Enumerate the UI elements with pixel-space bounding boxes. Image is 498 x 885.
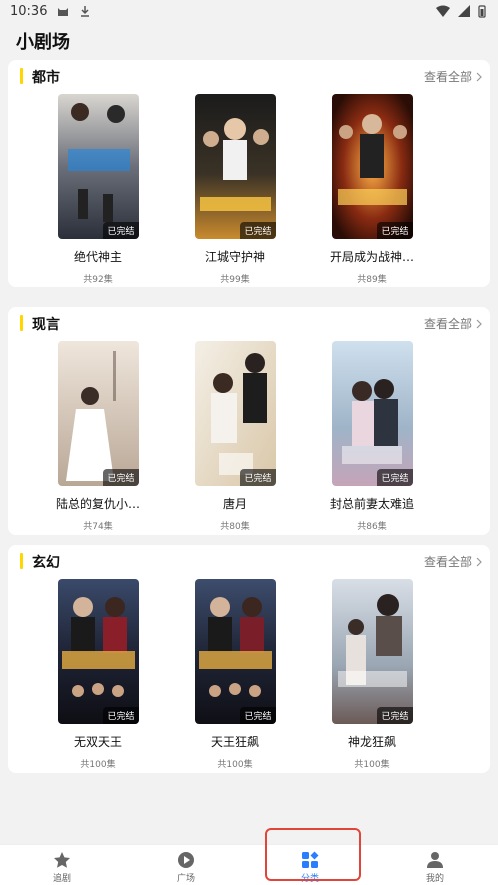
nav-item-zhuiju[interactable]: 追剧 (22, 845, 102, 885)
wifi-icon (436, 5, 450, 17)
section-title: 玄幻 (32, 555, 60, 571)
drama-poster: 已完结 (57, 579, 139, 724)
drama-card[interactable]: 已完结 陆总的复仇小… 共74集 (48, 341, 148, 532)
status-badge: 已完结 (240, 222, 276, 239)
drama-poster: 已完结 (194, 579, 276, 724)
star-icon (54, 852, 70, 868)
signal-icon (458, 5, 470, 17)
poster-image (331, 341, 413, 486)
view-all-label: 查看全部 (423, 555, 472, 569)
poster-image (331, 579, 413, 724)
drama-card[interactable]: 已完结 绝代神主 共92集 (48, 94, 148, 285)
drama-title: 绝代神主 (73, 250, 122, 264)
drama-title: 唐月 (222, 497, 247, 511)
nav-item-guangchang[interactable]: 广场 (146, 845, 226, 885)
drama-title: 神龙狂飙 (347, 735, 396, 749)
section-accent-bar (20, 315, 23, 331)
view-all-link[interactable]: 查看全部 (424, 315, 482, 332)
episode-count: 共99集 (220, 275, 250, 285)
drama-card[interactable]: 已完结 封总前妻太难追 共86集 (322, 341, 422, 532)
episode-count: 共80集 (220, 522, 250, 532)
drama-card[interactable]: 已完结 神龙狂飙 共100集 (322, 579, 422, 770)
drama-title: 江城守护神 (204, 250, 265, 264)
drama-card[interactable]: 已完结 江城守护神 共99集 (185, 94, 285, 285)
section-header: 玄幻 查看全部 (8, 545, 490, 577)
bottom-nav: 追剧 广场 分类 我的 (0, 844, 498, 885)
poster-image (57, 579, 139, 724)
drama-poster: 已完结 (331, 94, 413, 239)
status-badge: 已完结 (240, 469, 276, 486)
status-badge: 已完结 (103, 707, 139, 724)
status-badge: 已完结 (377, 469, 413, 486)
chevron-right-icon (476, 72, 482, 81)
drama-card[interactable]: 已完结 无双天王 共100集 (48, 579, 148, 770)
nav-label: 分类 (300, 874, 319, 884)
drama-title: 天王狂飙 (210, 735, 259, 749)
section-xianyan: 现言 查看全部 已完结 陆总的复仇小… 共74集 已完结 唐月 共80集 已完结… (8, 307, 490, 535)
person-icon (427, 852, 443, 868)
poster-image (194, 579, 276, 724)
section-accent-bar (20, 68, 23, 84)
drama-poster: 已完结 (331, 341, 413, 486)
view-all-link[interactable]: 查看全部 (424, 68, 482, 85)
section-header: 都市 查看全部 (8, 60, 490, 92)
section-dushi: 都市 查看全部 已完结 绝代神主 共92集 已完结 江城守护神 共99集 已完结… (8, 60, 490, 287)
status-badge: 已完结 (103, 469, 139, 486)
play-icon (178, 852, 194, 868)
chevron-right-icon (476, 557, 482, 566)
nav-label: 追剧 (52, 874, 71, 884)
drama-title: 开局成为战神… (329, 250, 414, 264)
episode-count: 共92集 (83, 275, 113, 285)
status-badge: 已完结 (377, 222, 413, 239)
drama-card[interactable]: 已完结 唐月 共80集 (185, 341, 285, 532)
poster-image (194, 341, 276, 486)
chevron-right-icon (476, 319, 482, 328)
drama-poster: 已完结 (331, 579, 413, 724)
drama-card[interactable]: 已完结 开局成为战神… 共89集 (322, 94, 422, 285)
drama-poster: 已完结 (194, 94, 276, 239)
section-accent-bar (20, 553, 23, 569)
episode-count: 共100集 (80, 760, 116, 770)
section-header: 现言 查看全部 (8, 307, 490, 339)
poster-image (57, 94, 139, 239)
section-title: 都市 (32, 70, 60, 86)
poster-image (331, 94, 413, 239)
drama-poster: 已完结 (57, 94, 139, 239)
poster-image (194, 94, 276, 239)
page-title: 小剧场 (16, 32, 70, 53)
episode-count: 共100集 (354, 760, 390, 770)
drama-title: 陆总的复仇小… (55, 497, 140, 511)
battery-icon (478, 4, 486, 18)
poster-image (57, 341, 139, 486)
nav-item-fenlei[interactable]: 分类 (270, 845, 350, 885)
drama-poster: 已完结 (194, 341, 276, 486)
status-time: 10:36 (10, 3, 48, 19)
cat-icon (58, 8, 69, 16)
status-badge: 已完结 (377, 707, 413, 724)
drama-card[interactable]: 已完结 天王狂飙 共100集 (185, 579, 285, 770)
drama-title: 封总前妻太难追 (329, 497, 414, 511)
episode-count: 共89集 (357, 275, 387, 285)
download-icon (81, 6, 90, 17)
drama-poster: 已完结 (57, 341, 139, 486)
status-bar: 10:36 (0, 0, 498, 22)
status-badge: 已完结 (103, 222, 139, 239)
episode-count: 共100集 (217, 760, 253, 770)
nav-item-wode[interactable]: 我的 (395, 845, 475, 885)
section-xuanhuan: 玄幻 查看全部 已完结 无双天王 共100集 已完结 天王狂飙 共100集 已完… (8, 545, 490, 773)
category-icon (302, 851, 319, 868)
drama-title: 无双天王 (73, 735, 122, 749)
episode-count: 共74集 (83, 522, 113, 532)
status-badge: 已完结 (240, 707, 276, 724)
view-all-label: 查看全部 (423, 317, 472, 331)
section-title: 现言 (32, 317, 60, 333)
nav-label: 广场 (176, 874, 195, 884)
view-all-link[interactable]: 查看全部 (424, 553, 482, 570)
nav-label: 我的 (425, 874, 444, 884)
episode-count: 共86集 (357, 522, 387, 532)
view-all-label: 查看全部 (423, 70, 472, 84)
